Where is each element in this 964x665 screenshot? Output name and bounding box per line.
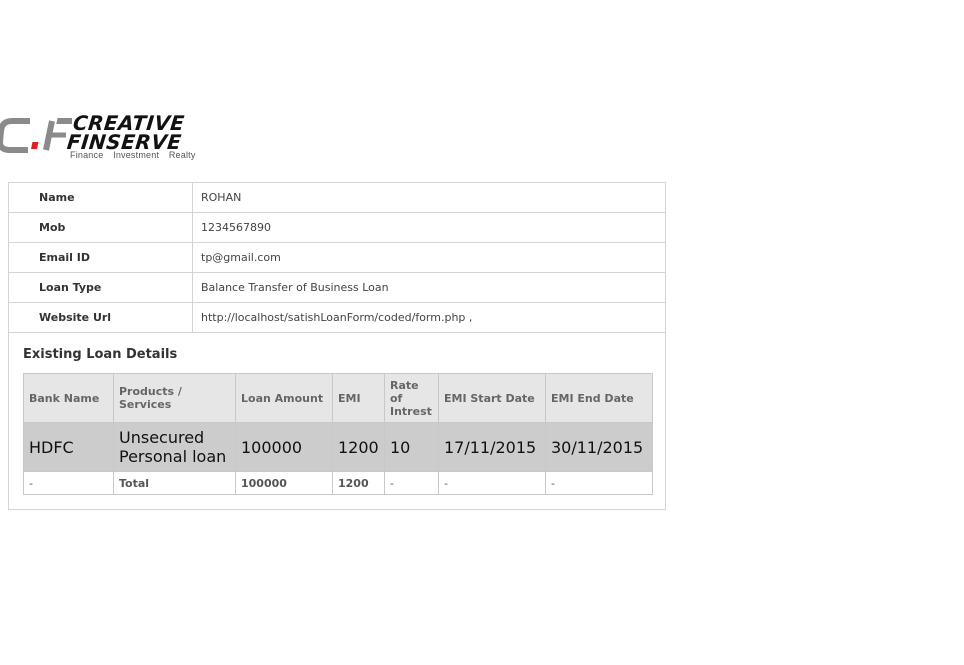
column-header: Loan Amount [235, 373, 333, 423]
table-cell: 100000 [235, 422, 333, 472]
table-cell: - [384, 471, 439, 495]
existing-loans-table: Bank Name Products / Services Loan Amoun… [23, 373, 653, 495]
info-value: 1234567890 [192, 212, 666, 243]
info-row-email: Email ID tp@gmail.com [8, 242, 666, 273]
info-row-mob: Mob 1234567890 [8, 212, 666, 243]
table-cell: Unsecured Personal loan [113, 422, 236, 472]
total-label: Total [113, 471, 236, 495]
info-value: http://localhost/satishLoanForm/coded/fo… [192, 302, 666, 333]
cf-logo-mark-icon [0, 118, 72, 153]
brand-tagline: Finance Investment Realty [70, 150, 196, 160]
company-logo: CREATIVE FINSERVE Finance Investment Rea… [0, 111, 240, 165]
total-row: - Total 100000 1200 - - - [23, 471, 653, 495]
table-cell: - [438, 471, 546, 495]
column-header: Products / Services [113, 373, 236, 423]
info-row-website: Website Url http://localhost/satishLoanF… [8, 302, 666, 333]
info-value: ROHAN [192, 182, 666, 213]
table-cell: - [23, 471, 114, 495]
table-header-row: Bank Name Products / Services Loan Amoun… [23, 373, 653, 423]
brand-name: CREATIVE FINSERVE [66, 111, 186, 154]
total-loan-amount: 100000 [235, 471, 333, 495]
table-cell: - [545, 471, 653, 495]
table-cell: HDFC [23, 422, 114, 472]
table-cell: 1200 [332, 422, 385, 472]
loan-details-card: Name ROHAN Mob 1234567890 Email ID tp@gm… [8, 182, 666, 510]
info-row-loan-type: Loan Type Balance Transfer of Business L… [8, 272, 666, 303]
info-value: tp@gmail.com [192, 242, 666, 273]
column-header: EMI Start Date [438, 373, 546, 423]
column-header: Bank Name [23, 373, 114, 423]
column-header: EMI [332, 373, 385, 423]
info-label: Name [8, 182, 193, 213]
column-header: EMI End Date [545, 373, 653, 423]
total-emi: 1200 [332, 471, 385, 495]
table-cell: 30/11/2015 [545, 422, 653, 472]
table-cell: 17/11/2015 [438, 422, 546, 472]
column-header: Rate of Intrest [384, 373, 439, 423]
info-label: Mob [8, 212, 193, 243]
table-row: HDFC Unsecured Personal loan 100000 1200… [23, 422, 653, 472]
info-value: Balance Transfer of Business Loan [192, 272, 666, 303]
section-title: Existing Loan Details [23, 347, 178, 362]
info-label: Loan Type [8, 272, 193, 303]
applicant-info-table: Name ROHAN Mob 1234567890 Email ID tp@gm… [8, 182, 666, 333]
table-cell: 10 [384, 422, 439, 472]
info-label: Email ID [8, 242, 193, 273]
info-label: Website Url [8, 302, 193, 333]
info-row-name: Name ROHAN [8, 182, 666, 213]
